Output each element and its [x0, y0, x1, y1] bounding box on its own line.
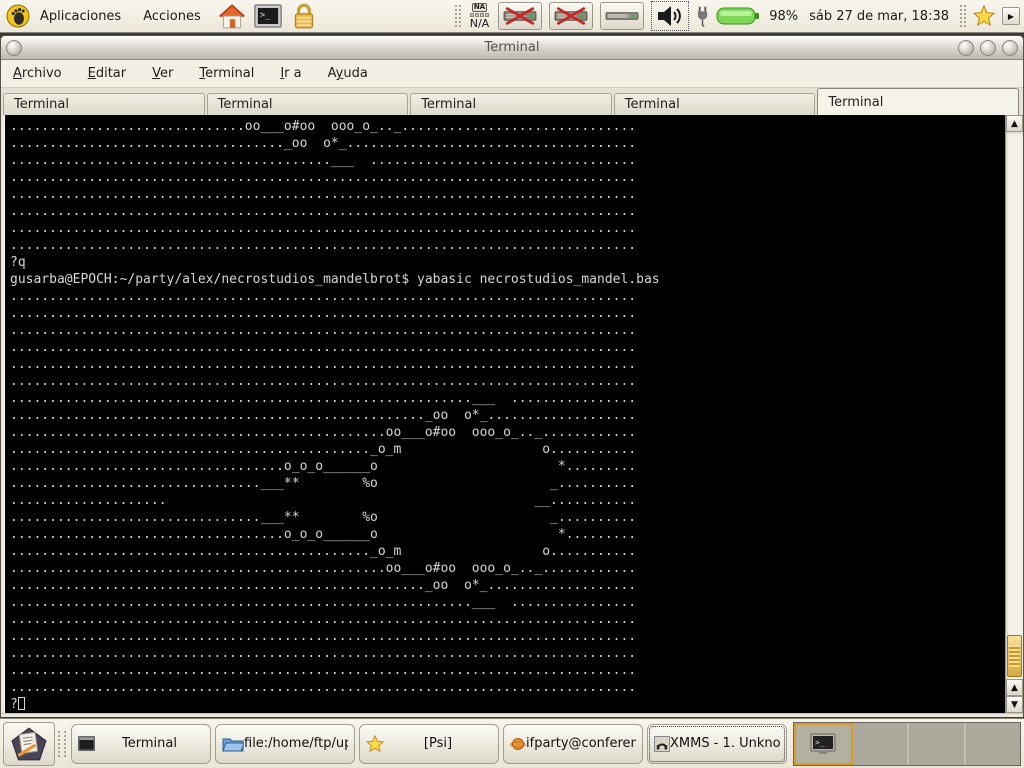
tab-label: Terminal: [14, 97, 69, 112]
lock-screen-launcher[interactable]: [289, 1, 319, 31]
taskbar-button-ifparty-conferen[interactable]: ifparty@conferen: [503, 724, 643, 764]
menu-editar[interactable]: Editar: [88, 66, 127, 81]
clock-applet[interactable]: sáb 27 de mar, 18:38: [809, 9, 949, 24]
jabber-icon: [510, 736, 526, 752]
taskbar-button-terminal[interactable]: Terminal: [71, 724, 211, 764]
lock-icon: [291, 2, 317, 30]
menu-ir-a[interactable]: Ir a: [280, 66, 301, 81]
panel-grip[interactable]: [960, 5, 966, 27]
home-icon: [218, 2, 246, 30]
workspace-switcher[interactable]: >_: [793, 722, 1021, 766]
taskbar-button-file-home-ftp-upl[interactable]: file:/home/ftp/upl: [215, 724, 355, 764]
modem-lights-applet[interactable]: NA N/A: [468, 2, 491, 30]
star-icon: [366, 735, 384, 753]
taskbar-button-label: Terminal: [95, 736, 204, 751]
gnome-foot-icon: [6, 4, 30, 28]
scrollbar-trough[interactable]: [1006, 132, 1023, 679]
terminal-launcher[interactable]: >_: [253, 1, 283, 31]
scrollbar-thumb[interactable]: [1007, 635, 1022, 677]
menu-terminal[interactable]: Terminal: [199, 66, 254, 81]
svg-text:>_: >_: [815, 738, 825, 747]
terminal-icon: [78, 736, 95, 751]
up-arrow-icon: ▲: [1011, 683, 1018, 693]
desktop-notes-icon: [11, 727, 47, 761]
top-panel: Aplicaciones Acciones >_ NA N/A: [0, 0, 1024, 33]
down-arrow-icon: ▼: [1011, 700, 1018, 710]
star-notification-icon[interactable]: [973, 5, 995, 27]
window-title: Terminal: [1, 40, 1023, 55]
taskbar-button--psi-[interactable]: [Psi]: [359, 724, 499, 764]
bottom-taskbar: Terminal file:/home/ftp/upl [Psi] ifparty@c…: [0, 718, 1024, 768]
taskbar-button-label: ifparty@conferen: [526, 736, 636, 751]
up-arrow-icon: ▲: [1011, 119, 1018, 129]
menu-bar: Archivo Editar Ver Terminal Ir a Ayuda: [1, 60, 1023, 88]
speaker-icon: [655, 3, 685, 29]
terminal-scrollbar[interactable]: ▲ ▲ ▼: [1005, 115, 1023, 713]
menu-ver[interactable]: Ver: [152, 66, 173, 81]
volume-applet[interactable]: [651, 1, 689, 31]
menu-ayuda[interactable]: Ayuda: [328, 66, 368, 81]
applications-menu[interactable]: Aplicaciones: [4, 2, 131, 30]
actions-menu-label: Acciones: [139, 9, 205, 24]
home-launcher[interactable]: [217, 1, 247, 31]
taskbar-button-label: XMMS - 1. Unkno: [670, 736, 780, 751]
tab-label: Terminal: [218, 97, 273, 112]
taskbar-button-label: [Psi]: [384, 736, 492, 751]
terminal-tab-2[interactable]: Terminal: [207, 93, 409, 115]
show-desktop-button[interactable]: [3, 722, 55, 766]
network-disconnected-icon: [553, 5, 589, 27]
network-disconnected-icon: [502, 5, 538, 27]
terminal-icon: >_: [253, 3, 283, 29]
headphones-icon: [654, 736, 670, 752]
terminal-tab-3[interactable]: Terminal: [410, 93, 612, 115]
workspace-1[interactable]: >_: [794, 723, 853, 765]
applications-menu-label: Aplicaciones: [36, 9, 125, 24]
tab-strip: Terminal Terminal Terminal Terminal Terminal: [1, 88, 1023, 115]
power-plug-icon: [696, 5, 709, 27]
tasklist-handle[interactable]: [58, 731, 66, 757]
network-interface-button-1[interactable]: [498, 2, 542, 30]
terminal-window: Terminal Archivo Editar Ver Terminal Ir a Ayu…: [0, 35, 1024, 716]
window-bottom-border: [1, 713, 1023, 717]
tab-label: Terminal: [625, 97, 680, 112]
right-arrow-icon: ▶: [1008, 12, 1014, 21]
terminal-tab-1[interactable]: Terminal: [3, 93, 205, 115]
svg-text:>_: >_: [260, 11, 271, 21]
scroll-up-button-bottom[interactable]: ▲: [1006, 679, 1023, 696]
workspace-3[interactable]: [909, 723, 966, 765]
network-interface-button-3[interactable]: [600, 2, 644, 30]
terminal-viewport[interactable]: ..............................oo___o#oo …: [1, 115, 1023, 713]
panel-hide-button[interactable]: ▶: [1002, 7, 1020, 25]
scroll-down-button[interactable]: ▼: [1006, 696, 1023, 713]
panel-grip[interactable]: [455, 5, 461, 27]
workspace-window-terminal-icon: >_: [810, 733, 836, 755]
actions-menu[interactable]: Acciones: [137, 7, 211, 26]
tab-label: Terminal: [828, 95, 883, 110]
folder-icon: [222, 735, 244, 753]
terminal-text[interactable]: ..............................oo___o#oo …: [4, 115, 1005, 713]
modem-status: N/A: [470, 18, 489, 29]
tab-label: Terminal: [421, 97, 476, 112]
workspace-4[interactable]: [966, 723, 1021, 765]
window-titlebar[interactable]: Terminal: [1, 36, 1023, 60]
taskbar-button-xmms-1-unkno[interactable]: XMMS - 1. Unkno: [647, 724, 787, 764]
battery-percentage: 98%: [769, 9, 798, 24]
network-connected-icon: [604, 5, 640, 27]
battery-icon[interactable]: [716, 5, 760, 27]
scroll-up-button[interactable]: ▲: [1006, 115, 1023, 132]
network-interface-button-2[interactable]: [549, 2, 593, 30]
menu-archivo[interactable]: Archivo: [13, 66, 62, 81]
terminal-tab-5[interactable]: Terminal: [817, 88, 1019, 115]
terminal-tab-4[interactable]: Terminal: [614, 93, 816, 115]
workspace-2[interactable]: [853, 723, 910, 765]
taskbar-button-label: file:/home/ftp/upl: [244, 736, 348, 751]
modem-badge: NA: [472, 3, 487, 12]
terminal-cursor: [18, 697, 25, 710]
